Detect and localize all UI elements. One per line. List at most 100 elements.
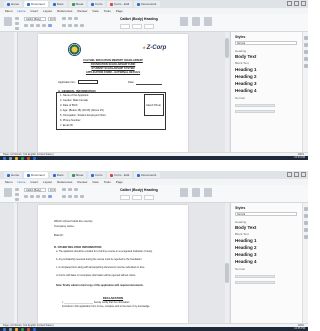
align-left-icon[interactable] (62, 195, 66, 198)
style-item[interactable]: Body Text (235, 54, 297, 59)
vertical-scrollbar[interactable] (225, 203, 229, 323)
bold-icon[interactable] (24, 195, 28, 198)
style-item[interactable]: Heading 2 (235, 245, 297, 250)
browser-tab[interactable]: Docs (49, 1, 67, 7)
paste-icon[interactable] (4, 17, 12, 26)
document-page[interactable]: Which school holds the country Company n… (38, 205, 188, 323)
writer-icon[interactable] (33, 156, 36, 160)
select-icon[interactable] (192, 17, 200, 26)
bullets-icon[interactable] (62, 188, 66, 191)
cut-icon[interactable] (15, 17, 19, 20)
style-item[interactable]: Normal (235, 267, 297, 271)
style-swatch[interactable] (132, 24, 142, 29)
menu-item-references[interactable]: References (57, 180, 72, 184)
date-line[interactable] (136, 84, 162, 85)
style-option[interactable] (235, 275, 275, 278)
cut-icon[interactable] (15, 188, 19, 191)
search-icon[interactable] (9, 327, 12, 331)
font-color-icon[interactable] (48, 24, 52, 27)
underline-icon[interactable] (36, 195, 40, 198)
format-painter-icon[interactable] (15, 27, 19, 30)
style-item[interactable]: Heading 2 (235, 74, 297, 79)
format-painter-icon[interactable] (15, 198, 19, 201)
font-name-select[interactable]: Calibri (Body) (24, 188, 46, 192)
menu-item-review[interactable]: Review (77, 9, 87, 13)
minimize-icon[interactable] (287, 1, 292, 6)
style-item[interactable]: Heading (235, 220, 297, 224)
style-item[interactable]: Heading 3 (235, 252, 297, 257)
bullets-icon[interactable] (62, 17, 66, 20)
browser-icon[interactable] (21, 327, 24, 331)
folder-icon[interactable] (15, 327, 18, 331)
strikethrough-icon[interactable] (42, 24, 46, 27)
style-swatch[interactable] (120, 195, 130, 200)
font-name-select[interactable]: Calibri (Body) (24, 17, 46, 21)
tool-icon[interactable] (304, 214, 308, 218)
tool-icon[interactable] (304, 235, 308, 239)
menu-item-home[interactable]: Home (18, 9, 26, 13)
align-center-icon[interactable] (68, 24, 72, 27)
align-center-icon[interactable] (68, 195, 72, 198)
style-swatch[interactable] (132, 195, 142, 200)
copy-icon[interactable] (15, 193, 19, 196)
style-item[interactable]: Body Text (235, 225, 297, 230)
font-color-icon[interactable] (48, 195, 52, 198)
paste-icon[interactable] (4, 188, 12, 197)
tool-icon[interactable] (304, 64, 308, 68)
tool-icon[interactable] (304, 228, 308, 232)
settings-icon[interactable] (204, 188, 212, 197)
copy-icon[interactable] (15, 22, 19, 25)
ribbon-style-preview[interactable]: Calibri (Body) Heading (120, 17, 158, 21)
style-option[interactable] (235, 104, 275, 107)
bold-icon[interactable] (24, 24, 28, 27)
font-size-select[interactable]: 10.5 (48, 17, 56, 21)
close-icon[interactable] (301, 1, 306, 6)
browser-tab[interactable]: Home (4, 172, 23, 178)
browser-tab[interactable]: Sheet (68, 1, 87, 7)
align-right-icon[interactable] (74, 195, 78, 198)
justify-icon[interactable] (80, 195, 84, 198)
browser-tab[interactable]: Form - Edit (107, 172, 133, 178)
menu-item-review[interactable]: Review (77, 180, 87, 184)
menu-item-layout[interactable]: Layout (43, 9, 52, 13)
align-right-icon[interactable] (74, 24, 78, 27)
menu-item-references[interactable]: References (57, 9, 72, 13)
menu-item-page[interactable]: Page (116, 9, 123, 13)
indent-icon[interactable] (74, 17, 78, 20)
tool-icon[interactable] (304, 43, 308, 47)
tool-icon[interactable] (304, 36, 308, 40)
browser-tab-active[interactable]: Document (24, 1, 48, 7)
menu-item-insert[interactable]: Insert (31, 180, 39, 184)
style-item[interactable]: Normal (235, 96, 297, 100)
menu-item-tools[interactable]: Tools (104, 9, 111, 13)
menu-item-menu[interactable]: Menu (5, 9, 13, 13)
menu-item-tools[interactable]: Tools (104, 180, 111, 184)
style-item[interactable]: Heading 3 (235, 81, 297, 86)
menu-item-insert[interactable]: Insert (31, 9, 39, 13)
browser-tab[interactable]: Form (88, 1, 106, 7)
menu-item-layout[interactable]: Layout (43, 180, 52, 184)
menu-item-menu[interactable]: Menu (5, 180, 13, 184)
style-swatch[interactable] (120, 24, 130, 29)
maximize-icon[interactable] (294, 172, 299, 177)
vertical-scrollbar[interactable] (225, 32, 229, 152)
maximize-icon[interactable] (294, 1, 299, 6)
strikethrough-icon[interactable] (42, 195, 46, 198)
style-item[interactable]: Block Text (235, 61, 297, 65)
style-swatch[interactable] (144, 195, 154, 200)
justify-icon[interactable] (80, 24, 84, 27)
indent-icon[interactable] (74, 188, 78, 191)
style-search-box[interactable]: Normal (235, 41, 297, 45)
scrollbar-thumb[interactable] (225, 38, 229, 58)
style-item[interactable]: Block Text (235, 232, 297, 236)
start-icon[interactable] (3, 156, 6, 160)
find-replace-icon[interactable] (180, 17, 188, 26)
browser-tab[interactable]: Docs (49, 172, 67, 178)
settings-icon[interactable] (204, 17, 212, 26)
style-option[interactable] (235, 281, 275, 284)
menu-item-page[interactable]: Page (116, 180, 123, 184)
browser-tab-active[interactable]: Document (24, 172, 48, 178)
align-left-icon[interactable] (62, 24, 66, 27)
writer-icon[interactable] (33, 327, 36, 331)
select-icon[interactable] (192, 188, 200, 197)
